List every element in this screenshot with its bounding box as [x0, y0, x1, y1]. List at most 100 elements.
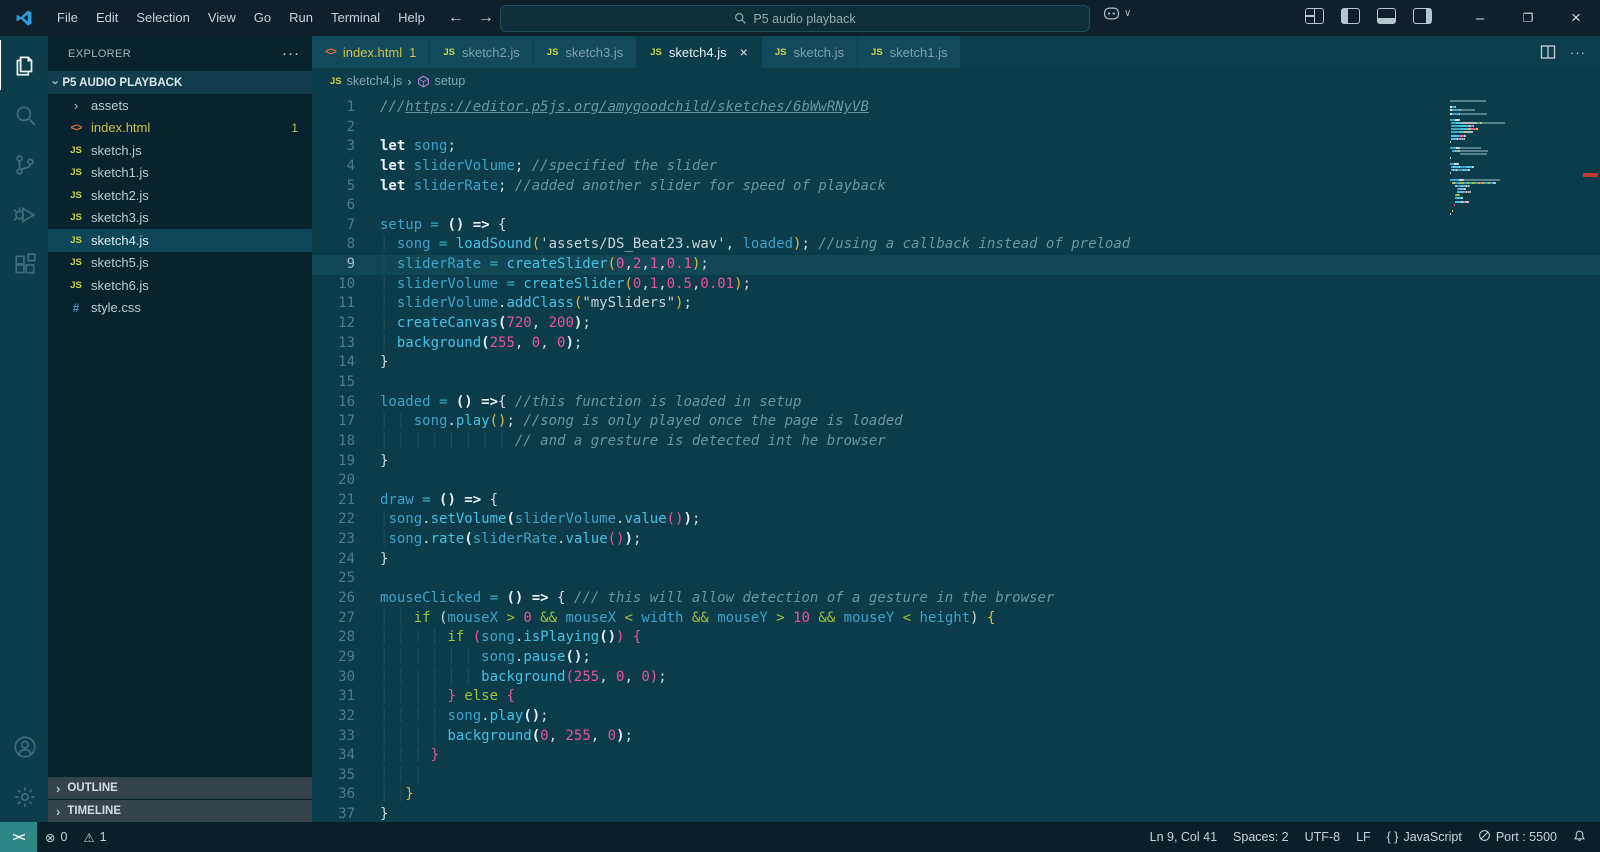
file-item-sketch3.js[interactable]: JS sketch3.js [48, 207, 312, 230]
code-line-24[interactable]: 24} [312, 550, 1600, 570]
statusbar-cursor-position[interactable]: Ln 9, Col 41 [1142, 830, 1225, 844]
code-line-20[interactable]: 20 [312, 471, 1600, 491]
split-editor-icon[interactable] [1540, 44, 1556, 60]
workspace-root-folder[interactable]: › P5 AUDIO PLAYBACK [48, 71, 312, 94]
explorer-icon[interactable] [0, 40, 49, 90]
statusbar-encoding[interactable]: UTF-8 [1297, 830, 1348, 844]
minimize-button[interactable]: – [1456, 0, 1504, 36]
code-line-19[interactable]: 19} [312, 452, 1600, 472]
menu-terminal[interactable]: Terminal [322, 10, 389, 25]
toggle-panel-button[interactable] [1377, 8, 1396, 24]
remote-indicator[interactable]: >< [0, 822, 37, 852]
tab-sketch3.js[interactable]: JS sketch3.js [533, 36, 637, 68]
menu-help[interactable]: Help [389, 10, 434, 25]
code-line-30[interactable]: 30 │ │ │ │ │ │ background(255, 0, 0); [312, 668, 1600, 688]
file-item-sketch5.js[interactable]: JS sketch5.js [48, 252, 312, 275]
code-line-6[interactable]: 6 [312, 196, 1600, 216]
file-item-sketch1.js[interactable]: JS sketch1.js [48, 162, 312, 185]
code-line-37[interactable]: 37} [312, 805, 1600, 822]
code-line-27[interactable]: 27 │ │ if (mouseX > 0 && mouseX < width &… [312, 609, 1600, 629]
code-line-17[interactable]: 17 │ │ song.play(); //song is only played… [312, 412, 1600, 432]
code-line-25[interactable]: 25 [312, 569, 1600, 589]
code-line-10[interactable]: 10 │ sliderVolume = createSlider(0,1,0.5,… [312, 275, 1600, 295]
menu-edit[interactable]: Edit [87, 10, 127, 25]
source-control-icon[interactable] [0, 140, 49, 190]
code-line-8[interactable]: 8 │ song = loadSound('assets/DS_Beat23.wa… [312, 235, 1600, 255]
file-item-assets[interactable]: › assets [48, 94, 312, 117]
customize-layout-button[interactable] [1305, 8, 1324, 24]
code-line-35[interactable]: 35 │ │ │ [312, 766, 1600, 786]
code-editor[interactable]: 1///https://editor.p5js.org/amygoodchild… [312, 94, 1600, 822]
settings-gear-icon[interactable] [0, 772, 49, 822]
code-line-28[interactable]: 28 │ │ │ │ if (song.isPlaying()) { [312, 628, 1600, 648]
code-line-2[interactable]: 2 [312, 118, 1600, 138]
views-and-more-actions-button[interactable]: ··· [282, 45, 300, 62]
code-line-16[interactable]: 16 loaded = () =>{ //this function is loa… [312, 393, 1600, 413]
code-line-5[interactable]: 5 let sliderRate; //added another slider … [312, 177, 1600, 197]
code-line-18[interactable]: 18 │ │ │ │ │ │ │ │ // and a gresture is d… [312, 432, 1600, 452]
file-item-sketch.js[interactable]: JS sketch.js [48, 139, 312, 162]
menu-go[interactable]: Go [245, 10, 280, 25]
minimap[interactable] [1450, 100, 1512, 216]
tab-close-icon[interactable]: × [740, 44, 748, 60]
file-item-index.html[interactable]: <> index.html 1 [48, 117, 312, 140]
code-line-9[interactable]: 9 │ sliderRate = createSlider(0,2,1,0.1); [312, 255, 1600, 275]
tab-sketch.js[interactable]: JS sketch.js [761, 36, 858, 68]
forward-button[interactable]: → [478, 9, 494, 27]
code-line-34[interactable]: 34 │ │ │ } [312, 746, 1600, 766]
code-line-29[interactable]: 29 │ │ │ │ │ │ song.pause(); [312, 648, 1600, 668]
code-line-22[interactable]: 22 │song.setVolume(sliderVolume.value()); [312, 510, 1600, 530]
more-actions-button[interactable]: ··· [1570, 45, 1586, 60]
statusbar-language-mode[interactable]: { } JavaScript [1379, 830, 1470, 844]
code-line-36[interactable]: 36 │ │} [312, 785, 1600, 805]
account-icon[interactable] [0, 722, 49, 772]
code-line-31[interactable]: 31 │ │ │ │ } else { [312, 687, 1600, 707]
command-center-search[interactable]: P5 audio playback [500, 5, 1090, 32]
code-line-14[interactable]: 14} [312, 353, 1600, 373]
code-line-4[interactable]: 4 let sliderVolume; //specified the slide… [312, 157, 1600, 177]
code-line-23[interactable]: 23 │song.rate(sliderRate.value()); [312, 530, 1600, 550]
file-item-sketch2.js[interactable]: JS sketch2.js [48, 184, 312, 207]
statusbar-notifications[interactable] [1565, 829, 1594, 846]
statusbar-indentation[interactable]: Spaces: 2 [1225, 830, 1297, 844]
statusbar-live-server-port[interactable]: Port : 5500 [1470, 829, 1565, 845]
menu-run[interactable]: Run [280, 10, 322, 25]
tab-sketch2.js[interactable]: JS sketch2.js [430, 36, 533, 68]
code-line-11[interactable]: 11 │ sliderVolume.addClass("mySliders"); [312, 294, 1600, 314]
tab-sketch4.js[interactable]: JS sketch4.js × [637, 36, 761, 68]
tab-index.html[interactable]: <> index.html 1 [312, 36, 430, 68]
search-icon[interactable] [0, 90, 49, 140]
menu-selection[interactable]: Selection [127, 10, 198, 25]
code-line-1[interactable]: 1///https://editor.p5js.org/amygoodchild… [312, 98, 1600, 118]
run-and-debug-icon[interactable] [0, 190, 49, 240]
tab-sketch1.js[interactable]: JS sketch1.js [858, 36, 961, 68]
breadcrumb[interactable]: JS sketch4.js › setup [312, 68, 1600, 94]
code-line-13[interactable]: 13 │ background(255, 0, 0); [312, 334, 1600, 354]
copilot-button[interactable]: ∨ [1102, 5, 1131, 22]
file-item-style.css[interactable]: # style.css [48, 297, 312, 320]
code-line-3[interactable]: 3 let song; [312, 137, 1600, 157]
code-line-32[interactable]: 32 │ │ │ │ song.play(); [312, 707, 1600, 727]
toggle-primary-sidebar-button[interactable] [1341, 8, 1360, 24]
file-item-sketch6.js[interactable]: JS sketch6.js [48, 274, 312, 297]
statusbar-eol[interactable]: LF [1348, 830, 1379, 844]
code-line-15[interactable]: 15 [312, 373, 1600, 393]
menu-view[interactable]: View [199, 10, 245, 25]
section-outline[interactable]: › OUTLINE [48, 777, 312, 799]
statusbar-warnings[interactable]: ⚠ 1 [75, 830, 114, 845]
statusbar-errors[interactable]: ⊗ 0 [37, 830, 75, 845]
toggle-secondary-sidebar-button[interactable] [1413, 8, 1432, 24]
code-line-26[interactable]: 26 mouseClicked = () => { /// this will a… [312, 589, 1600, 609]
vertical-scrollbar[interactable] [1590, 94, 1600, 822]
file-item-sketch4.js[interactable]: JS sketch4.js [48, 229, 312, 252]
extensions-icon[interactable] [0, 240, 49, 290]
section-timeline[interactable]: › TIMELINE [48, 800, 312, 822]
restore-button[interactable]: ❐ [1504, 0, 1552, 36]
menu-file[interactable]: File [48, 10, 87, 25]
code-line-12[interactable]: 12 │ createCanvas(720, 200); [312, 314, 1600, 334]
close-button[interactable]: × [1552, 0, 1600, 36]
code-line-21[interactable]: 21 draw = () => { [312, 491, 1600, 511]
back-button[interactable]: ← [448, 9, 464, 27]
code-line-7[interactable]: 7 setup = () => { [312, 216, 1600, 236]
code-line-33[interactable]: 33 │ │ │ │ background(0, 255, 0); [312, 727, 1600, 747]
